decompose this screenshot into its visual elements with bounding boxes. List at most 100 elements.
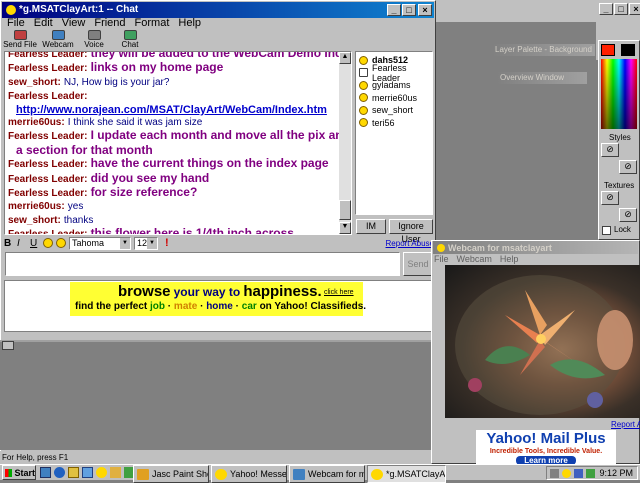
clock[interactable]: 9:12 PM [599, 468, 633, 478]
user-list-item[interactable]: merrie60us [356, 92, 432, 105]
chat-nick[interactable]: Fearless Leader: [8, 159, 88, 170]
webcam-menu-webcam[interactable]: Webcam [457, 254, 492, 264]
chat-nick[interactable]: sew_short: [8, 77, 61, 88]
foreground-swatch[interactable] [601, 44, 615, 56]
transcript-lines: Fearless Leader: they will be added to t… [8, 52, 351, 234]
chat-minimize-button[interactable]: _ [387, 4, 401, 16]
alert-icon[interactable]: ! [165, 237, 169, 249]
ad-click-here[interactable]: click here [324, 289, 354, 296]
chat-nick[interactable]: Fearless Leader: [8, 174, 88, 185]
chat-link[interactable]: http://www.norajean.com/MSAT/ClayArt/Web… [8, 104, 327, 116]
chat-nick[interactable]: Fearless Leader: [8, 91, 88, 102]
tray-icon-2[interactable] [562, 468, 571, 478]
menu-format[interactable]: Format [135, 17, 170, 29]
textures-swatch-1[interactable]: ⊘ [601, 191, 619, 205]
italic-button[interactable]: I [17, 238, 27, 249]
webcam-menu-help[interactable]: Help [500, 254, 519, 264]
scroll-down-arrow[interactable]: ▼ [339, 222, 351, 234]
psp-maximize-button[interactable]: □ [614, 3, 628, 15]
classifieds-ad[interactable]: browse your way to happiness. click here… [70, 282, 366, 316]
menu-file[interactable]: File [7, 17, 25, 29]
tray-icon-1[interactable] [550, 468, 559, 478]
menu-edit[interactable]: Edit [34, 17, 53, 29]
scroll-up-arrow[interactable]: ▲ [339, 52, 351, 64]
mail-plus-ad[interactable]: Yahoo! Mail Plus Incredible Tools, Incre… [476, 430, 616, 464]
chat-nick[interactable]: merrie60us: [8, 201, 65, 212]
taskbar-button[interactable]: *g.MSATClayArt... [367, 465, 446, 483]
mail-plus-learn-more[interactable]: Learn more [516, 456, 576, 464]
styles-swatch-2[interactable]: ⊘ [619, 160, 637, 174]
styles-swatch-1[interactable]: ⊘ [601, 143, 619, 157]
emoticon-icon[interactable] [43, 238, 53, 248]
chat-toolbar: Send File Webcam Voice Chat [3, 30, 145, 52]
chat-nick[interactable]: Fearless Leader: [8, 63, 88, 74]
toolbar-chat-button[interactable]: Chat [115, 30, 145, 52]
tray-icon-4[interactable] [586, 468, 595, 478]
underline-button[interactable]: U [30, 238, 40, 249]
toolbar-send-file-button[interactable]: Send File [3, 30, 37, 52]
ql-explorer-icon[interactable] [68, 467, 79, 478]
overview-window[interactable]: Overview Window [497, 72, 587, 84]
font-select[interactable]: Tahoma ▼ [69, 236, 131, 250]
send-button[interactable]: Send [403, 252, 433, 276]
taskbar-button[interactable]: Webcam for msat... [289, 465, 365, 483]
webcam-titlebar[interactable]: Webcam for msatclayart [433, 241, 638, 254]
smiley-icon [359, 80, 368, 90]
bold-button[interactable]: B [4, 238, 14, 249]
scroll-thumb[interactable] [339, 200, 351, 220]
transcript-scrollbar[interactable]: ▲ ▼ [339, 52, 351, 234]
menu-view[interactable]: View [62, 17, 86, 29]
taskbar-button[interactable]: Yahoo! Messenger [211, 465, 287, 483]
color-spectrum[interactable] [601, 59, 637, 129]
ql-outlook-icon[interactable] [82, 467, 93, 478]
user-list-item[interactable]: Fearless Leader [356, 63, 432, 83]
menu-help[interactable]: Help [178, 17, 201, 29]
report-abuse-link[interactable]: Report Abuse [386, 239, 434, 248]
webcam-report-abuse-link[interactable]: Report Abuse [611, 420, 640, 429]
chat-maximize-button[interactable]: □ [402, 4, 416, 16]
psp-close-button[interactable]: × [629, 3, 640, 15]
user-name: teri56 [372, 117, 395, 128]
taskbar-button[interactable]: Jasc Paint Shop P... [133, 465, 209, 483]
message-input[interactable] [5, 252, 400, 276]
psp-minimize-button[interactable]: _ [599, 3, 613, 15]
lock-checkbox[interactable] [602, 226, 611, 235]
im-button[interactable]: IM [356, 219, 386, 234]
styles-label: Styles [609, 133, 631, 142]
ql-browser-icon[interactable] [54, 467, 65, 478]
workspace-restore-icon[interactable] [2, 341, 14, 350]
smiley-menu-icon[interactable] [56, 238, 66, 248]
user-list-item[interactable]: teri56 [356, 117, 432, 130]
messenger-icon [215, 468, 227, 480]
chat-close-button[interactable]: × [418, 4, 432, 16]
user-list[interactable]: dahs512 Fearless Leader gyladams merrie60us… [355, 51, 433, 215]
chat-nick[interactable]: Fearless Leader: [8, 229, 88, 234]
menu-friend[interactable]: Friend [94, 17, 125, 29]
toolbar-webcam-button[interactable]: Webcam [42, 30, 74, 52]
taskbar-button-label: Webcam for msat... [308, 469, 364, 479]
chat-nick[interactable]: Fearless Leader: [8, 188, 88, 199]
chat-text: for size reference? [90, 185, 198, 200]
ql-desktop-icon[interactable] [40, 467, 51, 478]
chat-nick[interactable]: merrie60us: [8, 117, 65, 128]
chat-nick[interactable]: sew_short: [8, 215, 61, 226]
ignore-user-button[interactable]: Ignore User [389, 219, 433, 244]
ql-messenger-icon[interactable] [96, 467, 107, 478]
layer-palette[interactable]: Layer Palette - Background [492, 44, 595, 56]
chat-text: did you see my hand [90, 170, 210, 185]
ad-home: home [206, 301, 233, 312]
chat-transcript[interactable]: Fearless Leader: they will be added to t… [4, 51, 352, 235]
start-button[interactable]: Start [2, 465, 36, 480]
tray-icon-3[interactable] [574, 468, 583, 478]
textures-swatch-2[interactable]: ⊘ [619, 208, 637, 222]
chat-nick[interactable]: Fearless Leader: [8, 52, 88, 60]
format-toolbar: B I U Tahoma ▼ 12 ▼ ! Report Abuse [4, 236, 434, 250]
layer-palette-title: Layer Palette - Background [495, 45, 592, 54]
background-swatch[interactable] [621, 44, 635, 56]
size-select[interactable]: 12 ▼ [134, 236, 158, 250]
ql-folder-icon[interactable] [110, 467, 121, 478]
webcam-menu-file[interactable]: File [434, 254, 449, 264]
chat-nick[interactable]: Fearless Leader: [8, 131, 88, 142]
toolbar-voice-button[interactable]: Voice [79, 30, 109, 52]
user-list-item[interactable]: sew_short [356, 104, 432, 117]
